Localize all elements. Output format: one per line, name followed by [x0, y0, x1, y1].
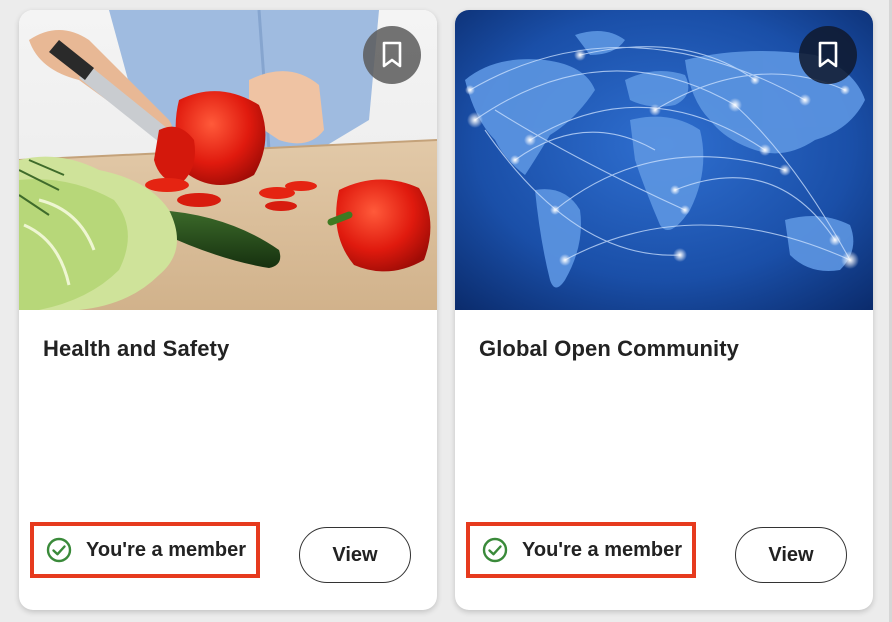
card-title: Health and Safety	[43, 336, 230, 361]
membership-status-text: You're a member	[86, 538, 246, 561]
view-button[interactable]: View	[299, 527, 411, 583]
membership-status-badge: You're a member	[466, 522, 696, 578]
card-image-world-map	[455, 10, 873, 310]
group-card-health-and-safety[interactable]: Health and Safety You're a member View	[19, 10, 437, 610]
group-card-global-open-community[interactable]: Global Open Community You're a member Vi…	[455, 10, 873, 610]
bookmark-button[interactable]	[363, 26, 421, 84]
bookmark-button[interactable]	[799, 26, 857, 84]
membership-status-text: You're a member	[522, 538, 682, 561]
card-title: Global Open Community	[479, 336, 739, 361]
check-circle-icon	[482, 537, 508, 563]
membership-status-badge: You're a member	[30, 522, 260, 578]
bookmark-icon	[818, 41, 838, 68]
view-button[interactable]: View	[735, 527, 847, 583]
group-card-grid: Health and Safety You're a member View G…	[0, 0, 892, 622]
bookmark-icon	[382, 41, 402, 68]
check-circle-icon	[46, 537, 72, 563]
card-image-vegetables	[19, 10, 437, 310]
